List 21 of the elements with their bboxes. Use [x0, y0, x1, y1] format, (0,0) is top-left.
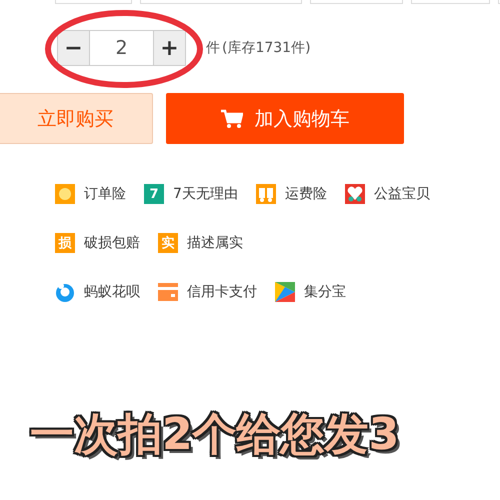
service-label: 破损包赔 — [84, 234, 140, 252]
video-caption: 一次拍2个给您发3 — [30, 408, 400, 462]
service-label: 订单险 — [84, 185, 126, 203]
service-badge-icon: 7 — [144, 184, 164, 204]
unit-label: 件 — [206, 39, 220, 57]
truck-icon — [256, 184, 276, 204]
service-label: 7天无理由 — [173, 185, 238, 203]
service-label: 集分宝 — [304, 283, 346, 301]
quantity-field[interactable]: 2 — [90, 30, 153, 66]
service-label: 公益宝贝 — [374, 185, 430, 203]
stock-count: (库存1731件) — [222, 39, 311, 57]
service-badge-icon: 实 — [158, 233, 178, 253]
service-badge-icon: 损 — [55, 233, 75, 253]
service-label: 信用卡支付 — [187, 283, 257, 301]
service-label: 描述属实 — [187, 234, 243, 252]
cart-icon — [220, 108, 242, 128]
decrease-button[interactable]: − — [57, 30, 90, 66]
increase-button[interactable]: + — [153, 30, 186, 66]
service-label: 运费险 — [284, 185, 327, 203]
service-label: 蚂蚁花呗 — [84, 283, 140, 301]
credit-card-icon — [158, 282, 178, 302]
